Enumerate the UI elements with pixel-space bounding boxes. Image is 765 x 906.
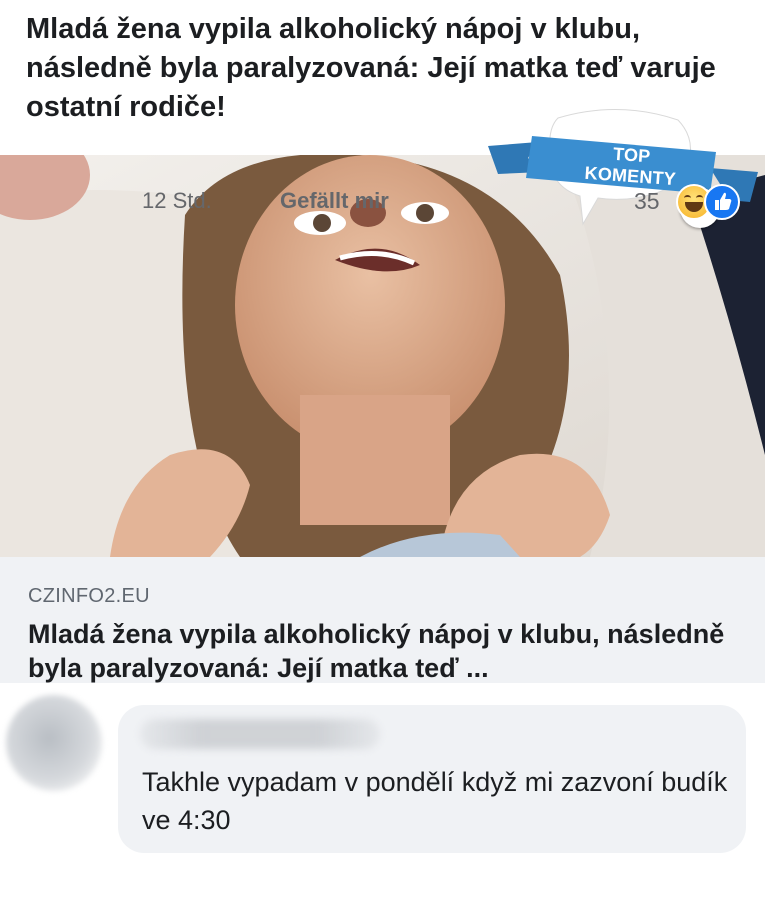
comment-section: Takhle vypadam v pondělí když mi zazvoní… — [0, 683, 765, 906]
reaction-count[interactable]: 35 — [634, 188, 660, 215]
comment-bubble: Takhle vypadam v pondělí když mi zazvoní… — [118, 705, 746, 853]
commenter-name-blurred[interactable] — [140, 719, 380, 749]
link-title[interactable]: Mladá žena vypila alkoholický nápoj v kl… — [28, 617, 728, 683]
like-comment-button[interactable]: Gefällt mir — [280, 188, 389, 214]
link-domain: CZINFO2.EU — [28, 585, 150, 607]
commenter-avatar[interactable] — [6, 695, 102, 791]
top-comments-label: TOP KOMENTY — [584, 143, 677, 190]
link-preview-card[interactable]: CZINFO2.EU Mladá žena vypila alkoholický… — [0, 557, 765, 683]
comment-timestamp[interactable]: 12 Std. — [142, 188, 212, 214]
comment-text: Takhle vypadam v pondělí když mi zazvoní… — [142, 767, 728, 835]
like-icon[interactable] — [704, 184, 740, 220]
